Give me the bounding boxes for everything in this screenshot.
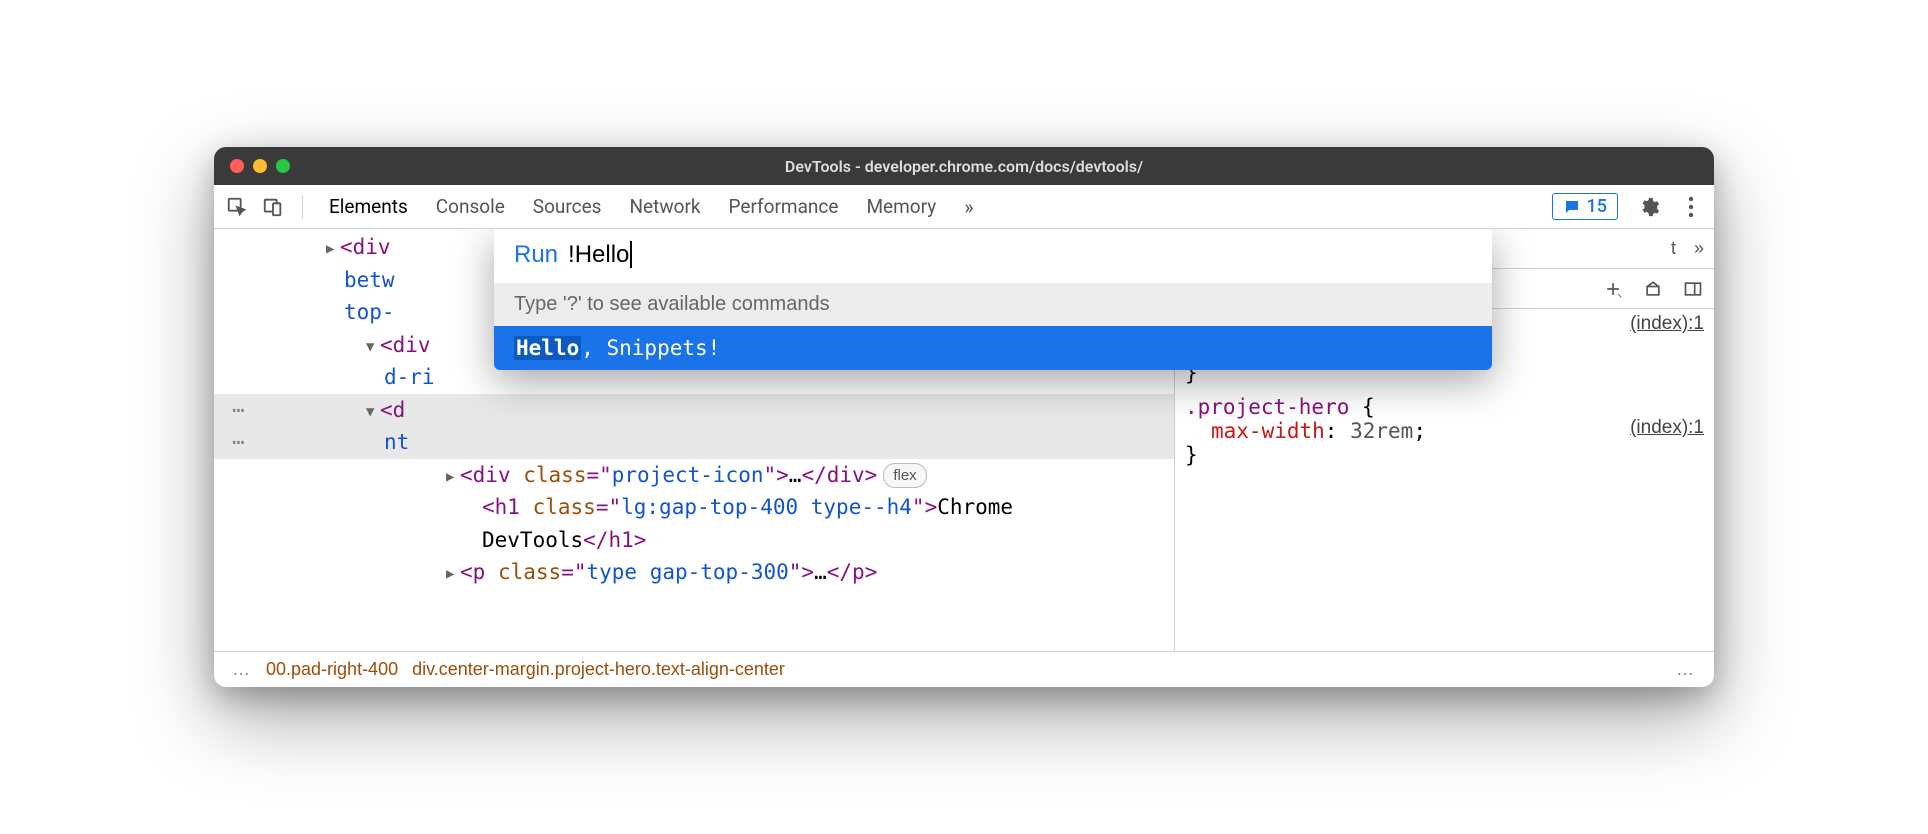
subtabs-overflow-icon[interactable]: »	[1694, 238, 1704, 259]
dom-line-selected[interactable]: ▼<d	[214, 394, 1174, 427]
tab-performance[interactable]: Performance	[729, 195, 839, 219]
tab-elements[interactable]: Elements	[329, 195, 408, 219]
flex-badge[interactable]: flex	[883, 463, 926, 488]
breadcrumb-overflow-left[interactable]: …	[232, 659, 252, 680]
window-title: DevTools - developer.chrome.com/docs/dev…	[214, 157, 1714, 176]
settings-icon[interactable]	[1638, 196, 1660, 218]
console-messages-badge[interactable]: 15	[1552, 193, 1618, 220]
message-icon	[1563, 198, 1581, 216]
panel-tabs: Elements Console Sources Network Perform…	[329, 195, 974, 219]
source-link[interactable]: (index):1	[1630, 313, 1704, 335]
command-result[interactable]: Hello, Snippets!	[494, 326, 1492, 370]
command-input-row[interactable]: Run !Hello	[494, 229, 1492, 283]
traffic-lights	[230, 159, 290, 173]
maximize-window-button[interactable]	[276, 159, 290, 173]
command-prefix: Run	[514, 241, 558, 269]
device-toggle-icon[interactable]	[262, 196, 284, 218]
source-link[interactable]: (index):1	[1630, 417, 1704, 439]
tab-memory[interactable]: Memory	[866, 195, 936, 219]
tab-sources[interactable]: Sources	[533, 195, 602, 219]
tabs-overflow-icon[interactable]: »	[964, 195, 973, 219]
dom-line[interactable]: ▶<div class="project-icon">…</div>flex	[214, 459, 1174, 492]
messages-count: 15	[1587, 196, 1607, 217]
dom-line[interactable]: DevTools</h1>	[214, 524, 1174, 557]
dom-line[interactable]: ▶<p class="type gap-top-300">…</p>	[214, 556, 1174, 589]
tab-network[interactable]: Network	[629, 195, 700, 219]
inspect-element-icon[interactable]	[226, 196, 248, 218]
close-window-button[interactable]	[230, 159, 244, 173]
command-hint: Type '?' to see available commands	[494, 283, 1492, 326]
toolbar-separator	[302, 195, 303, 219]
devtools-window: DevTools - developer.chrome.com/docs/dev…	[214, 147, 1714, 687]
main-toolbar: Elements Console Sources Network Perform…	[214, 185, 1714, 229]
toggle-sidebar-icon[interactable]	[1682, 278, 1704, 300]
command-menu: Run !Hello Type '?' to see available com…	[494, 229, 1492, 370]
breadcrumb-item[interactable]: 00.pad-right-400	[266, 659, 398, 680]
breadcrumb-item[interactable]: div.center-margin.project-hero.text-alig…	[412, 659, 785, 680]
add-rule-icon[interactable]	[1602, 278, 1624, 300]
dom-line-selected[interactable]: nt	[214, 426, 1174, 459]
dom-line[interactable]: <h1 class="lg:gap-top-400 type--h4">Chro…	[214, 491, 1174, 524]
subtab-partial[interactable]: t	[1671, 238, 1676, 259]
breadcrumb-overflow-right[interactable]: …	[1676, 659, 1696, 680]
breadcrumb[interactable]: … 00.pad-right-400 div.center-margin.pro…	[214, 651, 1714, 687]
titlebar: DevTools - developer.chrome.com/docs/dev…	[214, 147, 1714, 185]
body-area: ▶<div betw top- ▼<div d-ri ▼<d nt ▶<div …	[214, 229, 1714, 651]
tab-console[interactable]: Console	[436, 195, 505, 219]
toggle-classes-icon[interactable]	[1642, 278, 1664, 300]
more-options-icon[interactable]	[1680, 196, 1702, 218]
command-input[interactable]: !Hello	[568, 241, 632, 269]
minimize-window-button[interactable]	[253, 159, 267, 173]
